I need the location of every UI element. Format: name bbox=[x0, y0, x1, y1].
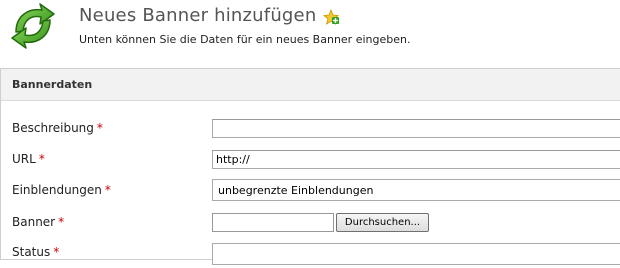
star-plus-icon bbox=[323, 9, 339, 25]
browse-button[interactable]: Durchsuchen... bbox=[336, 213, 429, 232]
form-row-status: Status * bbox=[1, 238, 620, 268]
url-input[interactable] bbox=[212, 150, 620, 169]
beschreibung-input[interactable] bbox=[212, 119, 620, 138]
einblendungen-label-text: Einblendungen bbox=[12, 183, 102, 197]
required-marker: * bbox=[104, 183, 111, 197]
page-subtitle: Unten können Sie die Daten für ein neues… bbox=[79, 33, 411, 46]
panel-title: Bannerdaten bbox=[12, 78, 93, 91]
einblendungen-select[interactable]: unbegrenzte Einblendungen bbox=[212, 179, 620, 201]
status-label: Status * bbox=[12, 245, 59, 259]
page-header: Neues Banner hinzufügen Unten können Sie… bbox=[0, 0, 620, 66]
form-row-beschreibung: Beschreibung * bbox=[1, 113, 620, 143]
url-label-text: URL bbox=[12, 152, 36, 166]
form-row-banner: Banner * Durchsuchen... bbox=[1, 207, 620, 237]
beschreibung-label: Beschreibung * bbox=[12, 121, 103, 135]
status-select[interactable] bbox=[212, 243, 620, 265]
einblendungen-label: Einblendungen * bbox=[12, 183, 111, 197]
required-marker: * bbox=[53, 245, 60, 259]
url-label: URL * bbox=[12, 152, 45, 166]
required-marker: * bbox=[38, 152, 45, 166]
banner-file-input[interactable] bbox=[212, 213, 334, 232]
status-label-text: Status bbox=[12, 245, 51, 259]
form-row-einblendungen: Einblendungen * unbegrenzte Einblendungen bbox=[1, 174, 620, 204]
banner-label-text: Banner bbox=[12, 215, 56, 229]
form-row-url: URL * bbox=[1, 144, 620, 174]
required-marker: * bbox=[58, 215, 65, 229]
panel-header: Bannerdaten bbox=[1, 69, 620, 101]
required-marker: * bbox=[96, 121, 103, 135]
page-title: Neues Banner hinzufügen bbox=[79, 5, 317, 26]
banner-label: Banner * bbox=[12, 215, 64, 229]
beschreibung-label-text: Beschreibung bbox=[12, 121, 94, 135]
banner-data-panel: Bannerdaten Beschreibung* URL* Einblendu… bbox=[0, 68, 620, 265]
green-recycle-arrows-icon bbox=[11, 3, 55, 49]
